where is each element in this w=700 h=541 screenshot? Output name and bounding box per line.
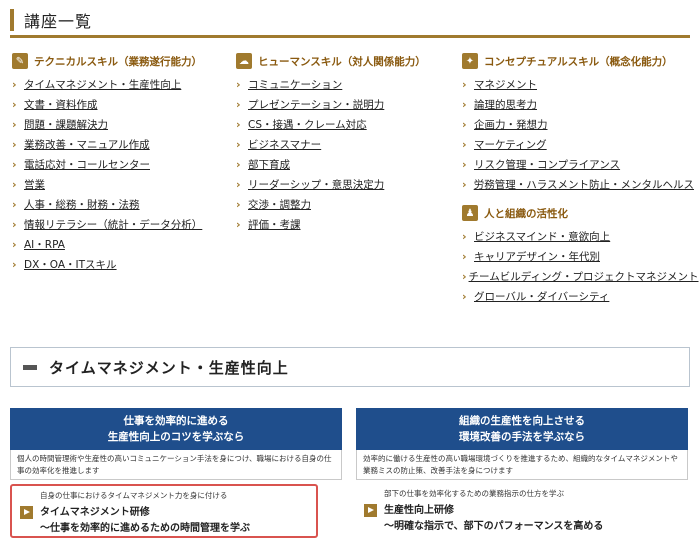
category-link[interactable]: › マネジメント	[462, 74, 694, 94]
course-title[interactable]: 生産性向上研修	[384, 501, 454, 516]
chevron-right-icon: ›	[462, 269, 467, 283]
category-link[interactable]: › 交渉・調整力	[236, 194, 460, 214]
page-title: 講座一覧	[24, 12, 93, 31]
category-link[interactable]: › コミュニケーション	[236, 74, 460, 94]
play-icon	[20, 506, 33, 519]
category-link[interactable]: › タイムマネジメント・生産性向上	[12, 74, 232, 94]
category-link[interactable]: › キャリアデザイン・年代別	[462, 246, 694, 266]
feature-banner[interactable]: 仕事を効率的に進める 生産性向上のコツを学ぶなら	[10, 408, 342, 450]
category-link[interactable]: › プレゼンテーション・説明力	[236, 94, 460, 114]
category-link[interactable]: › チームビルディング・プロジェクトマネジメント	[462, 266, 699, 286]
category-link-list: › タイムマネジメント・生産性向上 › 文書・資料作成 › 問題・課題解決力 › 業務改…	[12, 74, 232, 274]
chevron-right-icon: ›	[462, 249, 467, 263]
course-card-time-management[interactable]: 自身の仕事におけるタイムマネジメント力を身に付ける タイムマネジメント研修 ～仕…	[10, 484, 318, 538]
section-heading: タイムマネジメント・生産性向上	[10, 347, 690, 387]
feature-description: 効率的に働ける生産性の高い職場環境づくりを推進するため、組織的なタイムマネジメン…	[356, 450, 688, 480]
category-link[interactable]: › 労務管理・ハラスメント防止・メンタルヘルス	[462, 174, 694, 194]
category-heading: ✎ テクニカルスキル（業務遂行能力）	[12, 50, 232, 72]
chevron-right-icon: ›	[462, 137, 467, 151]
category-link[interactable]: › マーケティング	[462, 134, 694, 154]
chevron-right-icon: ›	[462, 117, 467, 131]
course-lead: 部下の仕事を効率化するための業務指示の仕方を学ぶ	[384, 489, 564, 498]
category-link[interactable]: › リーダーシップ・意思決定力	[236, 174, 460, 194]
chevron-right-icon: ›	[236, 197, 241, 211]
chevron-right-icon: ›	[462, 289, 467, 303]
chevron-right-icon: ›	[12, 257, 17, 271]
category-link[interactable]: › 論理的思考力	[462, 94, 694, 114]
chevron-right-icon: ›	[12, 77, 17, 91]
chevron-right-icon: ›	[12, 137, 17, 151]
category-link[interactable]: › 問題・課題解決力	[12, 114, 232, 134]
chevron-right-icon: ›	[236, 117, 241, 131]
play-icon	[364, 504, 377, 517]
chevron-right-icon: ›	[12, 117, 17, 131]
category-link-list: › コミュニケーション › プレゼンテーション・説明力 › CS・接遇・クレーム対応 …	[236, 74, 460, 234]
category-link[interactable]: › グローバル・ダイバーシティ	[462, 286, 694, 306]
header-accent-bar	[10, 9, 14, 31]
chevron-right-icon: ›	[236, 157, 241, 171]
category-heading: ✦ コンセプチュアルスキル（概念化能力）	[462, 50, 694, 72]
chat-bubbles-icon: ☁	[236, 53, 252, 69]
feature-individual: 仕事を効率的に進める 生産性向上のコツを学ぶなら 個人の時間管理術や生産性の高い…	[10, 408, 342, 480]
people-icon: ♟	[462, 205, 478, 221]
category-link[interactable]: › ビジネスマナー	[236, 134, 460, 154]
chevron-right-icon: ›	[12, 237, 17, 251]
chevron-right-icon: ›	[462, 177, 467, 191]
chevron-right-icon: ›	[236, 217, 241, 231]
course-title[interactable]: タイムマネジメント研修	[40, 503, 150, 518]
category-heading: ☁ ヒューマンスキル（対人関係能力）	[236, 50, 460, 72]
chevron-right-icon: ›	[12, 97, 17, 111]
chevron-right-icon: ›	[462, 229, 467, 243]
category-human: ☁ ヒューマンスキル（対人関係能力） › コミュニケーション › プレゼンテーション…	[236, 50, 460, 234]
feature-banner[interactable]: 組織の生産性を向上させる 環境改善の手法を学ぶなら	[356, 408, 688, 450]
chevron-right-icon: ›	[462, 77, 467, 91]
category-link-list: › ビジネスマインド・意欲向上 › キャリアデザイン・年代別 › チームビルディング・…	[462, 226, 699, 306]
category-link[interactable]: › ビジネスマインド・意欲向上	[462, 226, 694, 246]
section-title: タイムマネジメント・生産性向上	[49, 358, 289, 377]
category-link[interactable]: › CS・接遇・クレーム対応	[236, 114, 460, 134]
chevron-right-icon: ›	[462, 97, 467, 111]
chevron-right-icon: ›	[236, 137, 241, 151]
course-card-productivity[interactable]: 部下の仕事を効率化するための業務指示の仕方を学ぶ 生産性向上研修 ～明確な指示で…	[356, 484, 664, 538]
course-subtitle[interactable]: ～明確な指示で、部下のパフォーマンスを高める	[384, 517, 603, 532]
feature-description: 個人の時間管理術や生産性の高いコミュニケーション手法を身につけ、職場における自身…	[10, 450, 342, 480]
page-header: 講座一覧	[10, 6, 690, 38]
category-link[interactable]: › 業務改善・マニュアル作成	[12, 134, 232, 154]
course-categories: ✎ テクニカルスキル（業務遂行能力） › タイムマネジメント・生産性向上 › 文書・…	[12, 50, 699, 310]
category-link[interactable]: › 電話応対・コールセンター	[12, 154, 232, 174]
category-technical: ✎ テクニカルスキル（業務遂行能力） › タイムマネジメント・生産性向上 › 文書・…	[12, 50, 232, 274]
chevron-right-icon: ›	[462, 157, 467, 171]
chevron-right-icon: ›	[236, 77, 241, 91]
category-link[interactable]: › リスク管理・コンプライアンス	[462, 154, 694, 174]
category-link[interactable]: › 文書・資料作成	[12, 94, 232, 114]
category-link[interactable]: › 営業	[12, 174, 232, 194]
dash-icon	[23, 364, 37, 370]
chevron-right-icon: ›	[12, 177, 17, 191]
category-link[interactable]: › 情報リテラシー（統計・データ分析）	[12, 214, 232, 234]
chevron-right-icon: ›	[12, 217, 17, 231]
category-link[interactable]: › DX・OA・ITスキル	[12, 254, 232, 274]
course-subtitle[interactable]: ～仕事を効率的に進めるための時間管理を学ぶ	[40, 519, 250, 534]
category-link[interactable]: › 企画力・発想力	[462, 114, 694, 134]
chevron-right-icon: ›	[12, 157, 17, 171]
category-heading: ♟ 人と組織の活性化	[462, 202, 694, 224]
category-link[interactable]: › 評価・考課	[236, 214, 460, 234]
course-lead: 自身の仕事におけるタイムマネジメント力を身に付ける	[40, 491, 228, 500]
category-conceptual: ✦ コンセプチュアルスキル（概念化能力） › マネジメント › 論理的思考力 › 企画…	[462, 50, 699, 306]
category-link[interactable]: › 人事・総務・財務・法務	[12, 194, 232, 214]
category-link-list: › マネジメント › 論理的思考力 › 企画力・発想力 › マーケティング › リスク管理…	[462, 74, 694, 194]
feature-organization: 組織の生産性を向上させる 環境改善の手法を学ぶなら 効率的に働ける生産性の高い職…	[356, 408, 688, 480]
pencil-icon: ✎	[12, 53, 28, 69]
chevron-right-icon: ›	[236, 177, 241, 191]
lightbulb-icon: ✦	[462, 53, 478, 69]
chevron-right-icon: ›	[12, 197, 17, 211]
category-link[interactable]: › 部下育成	[236, 154, 460, 174]
chevron-right-icon: ›	[236, 97, 241, 111]
category-link[interactable]: › AI・RPA	[12, 234, 232, 254]
